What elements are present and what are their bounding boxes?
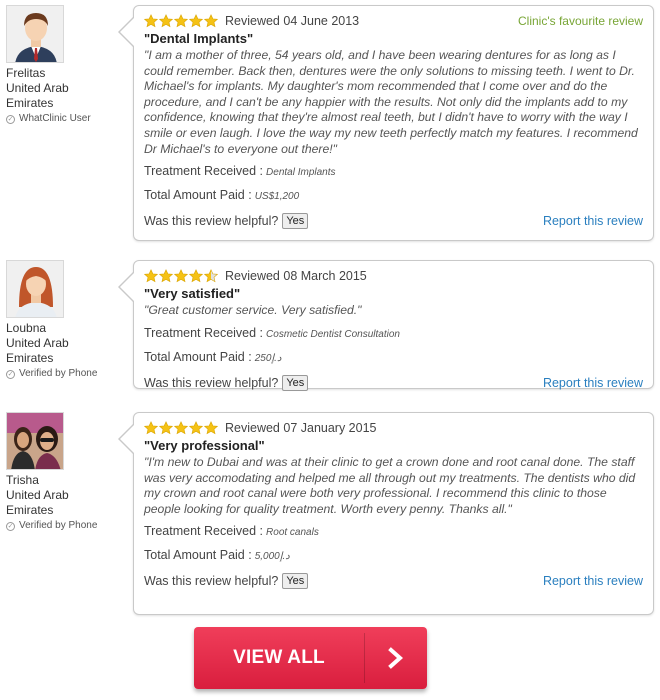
star-half-icon	[204, 269, 218, 283]
check-circle-icon: ✓	[6, 370, 15, 379]
reviewer-info: Trisha United Arab Emirates ✓ Verified by…	[6, 412, 126, 533]
chevron-right-icon	[365, 627, 427, 689]
amount-row: Total Amount Paid : د.إ5,000	[144, 547, 643, 565]
treatment-row: Treatment Received : Root canals	[144, 523, 643, 541]
report-review-link[interactable]: Report this review	[543, 214, 643, 228]
helpful-question: Was this review helpful?	[144, 214, 279, 229]
reviewer-location-line2: Emirates	[6, 351, 54, 365]
male-avatar-icon	[6, 5, 64, 63]
star-full-icon	[189, 269, 203, 283]
treatment-label: Treatment Received :	[144, 524, 264, 539]
reviewer-location: United Arab	[6, 81, 69, 95]
review-footer: Was this review helpful? Yes Report this…	[144, 374, 643, 391]
amount-label: Total Amount Paid :	[144, 349, 252, 364]
helpful-question: Was this review helpful?	[144, 375, 279, 390]
review-title: "Dental Implants"	[144, 31, 254, 46]
star-rating	[144, 269, 219, 283]
review-date: Reviewed 04 June 2013	[225, 14, 360, 28]
view-all-button[interactable]: VIEW ALL	[194, 627, 427, 689]
review-text: "I'm new to Dubai and was at their clini…	[144, 455, 636, 516]
star-full-icon	[189, 14, 203, 28]
verification-badge: ✓ Verified by Phone	[6, 519, 126, 533]
reviewer-location: United Arab	[6, 488, 69, 502]
treatment-label: Treatment Received :	[144, 325, 264, 340]
report-review-link[interactable]: Report this review	[543, 376, 643, 390]
review-date: Reviewed 08 March 2015	[225, 269, 367, 283]
treatment-value: Root canals	[266, 527, 319, 539]
female-avatar-icon	[6, 260, 64, 318]
helpful-yes-button[interactable]: Yes	[282, 213, 309, 230]
reviewer-name: Trisha	[6, 473, 39, 487]
amount-row: Total Amount Paid : US$1,200	[144, 187, 643, 205]
star-full-icon	[204, 421, 218, 435]
star-full-icon	[159, 269, 173, 283]
verification-text: Verified by Phone	[19, 520, 98, 531]
reviewer-info: Frelitas United Arab Emirates ✓ WhatClini…	[6, 5, 126, 126]
helpful-question: Was this review helpful?	[144, 574, 279, 589]
amount-row: Total Amount Paid : د.إ250	[144, 349, 643, 367]
reviewer-location-line2: Emirates	[6, 503, 54, 517]
review-title: "Very professional"	[144, 438, 265, 453]
star-full-icon	[204, 14, 218, 28]
photo-avatar-icon	[6, 412, 64, 470]
amount-value: د.إ250	[254, 352, 282, 364]
reviewer-name: Loubna	[6, 321, 47, 335]
star-full-icon	[174, 421, 188, 435]
review-title: "Very satisfied"	[144, 286, 241, 301]
reviewer-location-line2: Emirates	[6, 96, 54, 110]
check-circle-icon: ✓	[6, 522, 15, 531]
reviewer-info: Loubna United Arab Emirates ✓ Verified by…	[6, 260, 126, 381]
report-review-link[interactable]: Report this review	[543, 574, 643, 588]
check-circle-icon: ✓	[6, 115, 15, 124]
review-bubble: Reviewed 08 March 2015 "Very satisfied" …	[118, 260, 654, 391]
star-full-icon	[144, 269, 158, 283]
treatment-row: Treatment Received : Dental Implants	[144, 163, 643, 181]
treatment-value: Cosmetic Dentist Consultation	[266, 328, 400, 340]
star-full-icon	[174, 269, 188, 283]
reviewer-location: United Arab	[6, 336, 69, 350]
star-rating	[144, 14, 219, 28]
verification-badge: ✓ Verified by Phone	[6, 367, 126, 381]
star-full-icon	[189, 421, 203, 435]
verification-badge: ✓ WhatClinic User	[6, 112, 126, 126]
view-all-label: VIEW ALL	[233, 647, 325, 668]
review-date: Reviewed 07 January 2015	[225, 421, 377, 435]
star-full-icon	[159, 14, 173, 28]
amount-value: US$1,200	[254, 191, 300, 203]
review-bubble: Reviewed 07 January 2015 "Very professio…	[118, 412, 654, 615]
verification-text: WhatClinic User	[19, 113, 91, 124]
treatment-row: Treatment Received : Cosmetic Dentist Con…	[144, 325, 643, 343]
amount-label: Total Amount Paid :	[144, 188, 252, 203]
review-footer: Was this review helpful? Yes Report this…	[144, 573, 643, 590]
helpful-yes-button[interactable]: Yes	[282, 374, 309, 391]
review-bubble: Reviewed 04 June 2013 Clinic's favourite…	[118, 5, 654, 241]
review-text: "Great customer service. Very satisfied.…	[144, 303, 362, 317]
treatment-value: Dental Implants	[266, 167, 336, 179]
amount-value: د.إ5,000	[254, 551, 290, 563]
favourite-badge: Clinic's favourite review	[518, 14, 643, 28]
review-footer: Was this review helpful? Yes Report this…	[144, 213, 643, 230]
amount-label: Total Amount Paid :	[144, 548, 252, 563]
reviewer-name: Frelitas	[6, 66, 46, 80]
verification-text: Verified by Phone	[19, 368, 98, 379]
star-full-icon	[144, 421, 158, 435]
treatment-label: Treatment Received :	[144, 164, 264, 179]
review-text: "I am a mother of three, 54 years old, a…	[144, 48, 638, 156]
star-full-icon	[174, 14, 188, 28]
helpful-yes-button[interactable]: Yes	[282, 573, 309, 590]
star-full-icon	[159, 421, 173, 435]
star-full-icon	[144, 14, 158, 28]
star-rating	[144, 421, 219, 435]
